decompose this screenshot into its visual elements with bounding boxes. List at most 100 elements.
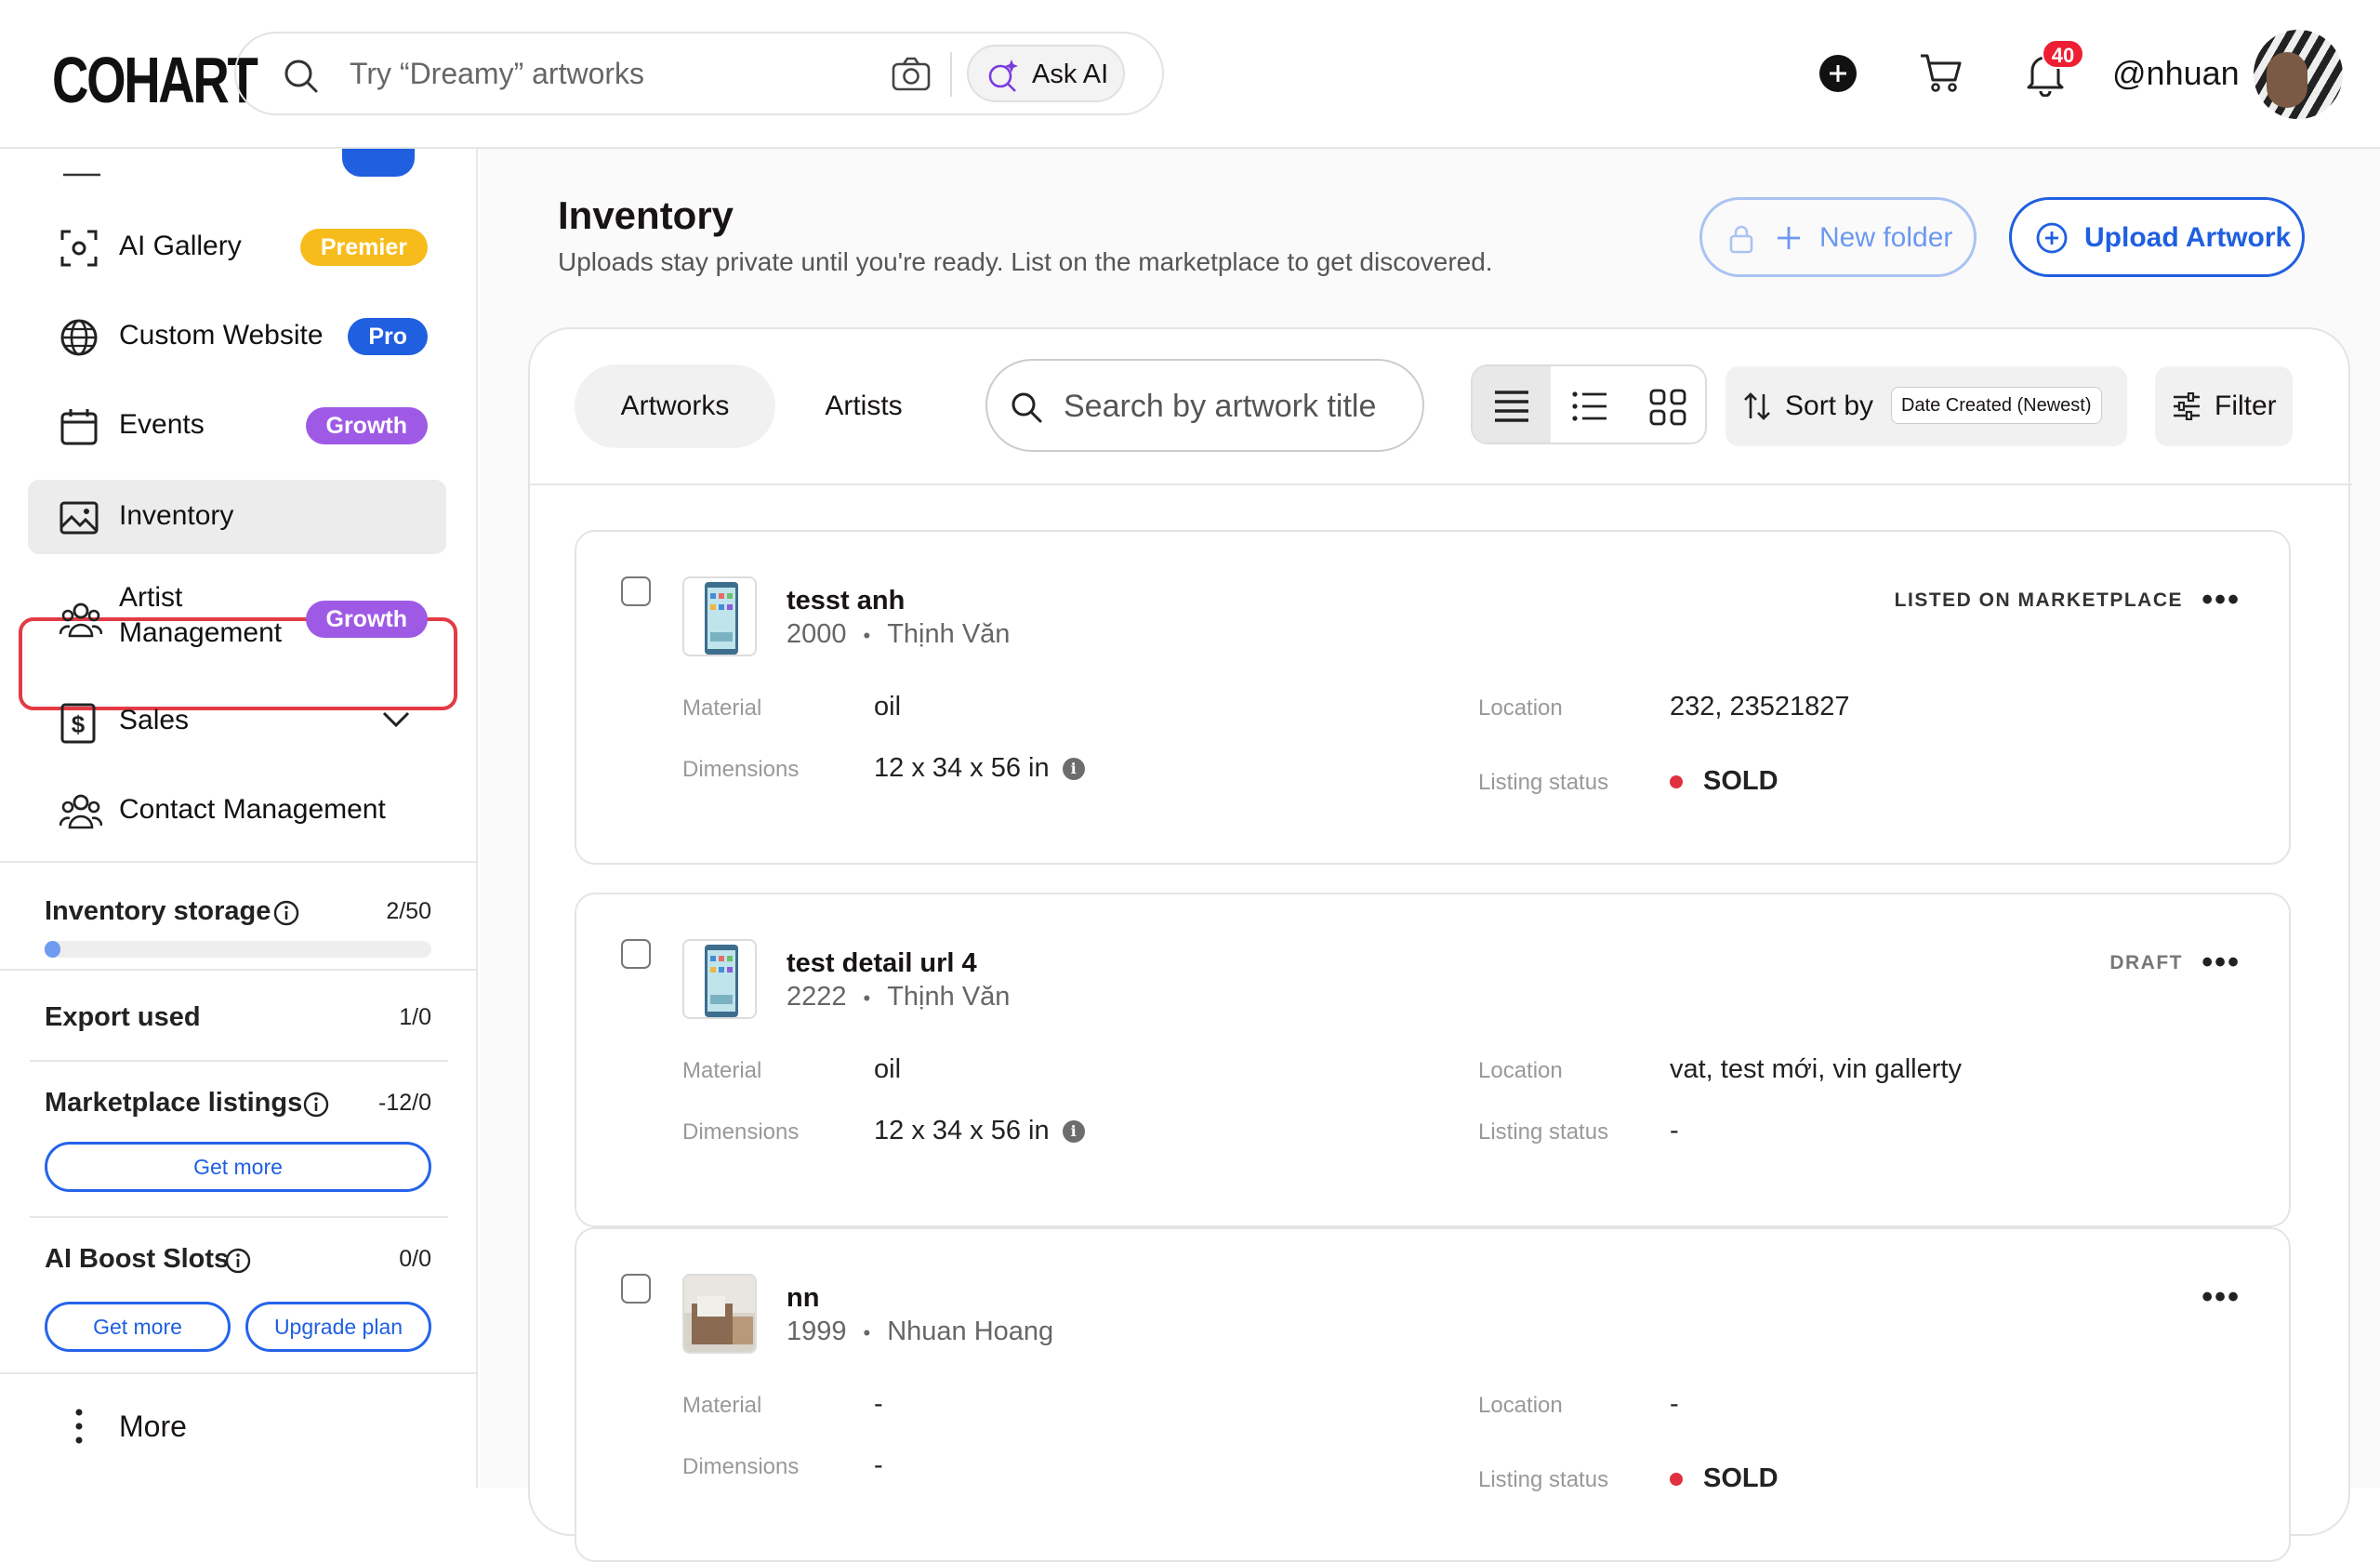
ask-ai-button[interactable]: Ask AI <box>967 45 1125 102</box>
ai-boost-get-more-button[interactable]: Get more <box>45 1302 231 1352</box>
material-value: oil <box>874 692 902 721</box>
tab-artworks[interactable]: Artworks <box>575 364 775 448</box>
storage-progress-fill <box>45 941 60 958</box>
new-folder-label: New folder <box>1819 222 1953 253</box>
sidebar-item-events[interactable]: Events Growth <box>28 390 446 461</box>
dollar-document-icon: $ <box>60 703 96 744</box>
artwork-title[interactable]: tesst anh <box>787 586 905 616</box>
artwork-status: LISTED ON MARKETPLACE <box>1894 589 2183 611</box>
info-icon[interactable] <box>303 1092 329 1118</box>
artwork-card[interactable]: nn 1999 • Nhuan Hoang ••• Material - Dimen… <box>575 1227 2291 1562</box>
chevron-down-icon[interactable] <box>381 710 411 729</box>
list-icon <box>1572 391 1606 421</box>
calendar-icon <box>60 409 98 445</box>
plus-icon <box>1778 227 1800 249</box>
artwork-title[interactable]: test detail url 4 <box>787 948 977 979</box>
upload-artwork-button[interactable]: Upload Artwork <box>2009 197 2305 277</box>
artwork-select-checkbox[interactable] <box>621 939 651 969</box>
sidebar: AI Gallery Premier Custom Website Pro Ev… <box>0 149 478 1488</box>
material-label: Material <box>682 1393 762 1418</box>
material-label: Material <box>682 695 762 721</box>
artwork-select-checkbox[interactable] <box>621 1274 651 1304</box>
location-value: 232, 23521827 <box>1670 692 1850 721</box>
storage-progress-track <box>45 941 431 958</box>
avatar[interactable] <box>2254 30 2343 119</box>
sidebar-item-custom-website[interactable]: Custom Website Pro <box>28 301 446 372</box>
camera-icon[interactable] <box>891 56 932 93</box>
cropped-badge <box>342 149 415 177</box>
sort-dropdown[interactable]: Sort by Date Created (Newest) <box>1726 366 2127 446</box>
notification-count-badge: 40 <box>2042 39 2084 69</box>
plus-circle-icon[interactable] <box>1818 54 1858 93</box>
more-options-icon[interactable]: ••• <box>2202 1279 2241 1316</box>
info-icon[interactable] <box>225 1248 251 1274</box>
sidebar-item-sales[interactable]: $ Sales <box>28 686 446 757</box>
location-label: Location <box>1478 1058 1563 1083</box>
upload-artwork-label: Upload Artwork <box>2084 222 2292 253</box>
ai-sparkle-icon <box>988 60 1018 92</box>
more-vertical-icon <box>75 1409 83 1444</box>
new-folder-button[interactable]: New folder <box>1699 197 1977 277</box>
marketplace-get-more-button[interactable]: Get more <box>45 1142 431 1192</box>
users-icon <box>60 602 102 638</box>
listing-status-value: SOLD <box>1703 1463 1778 1493</box>
info-icon[interactable]: i <box>1062 1120 1085 1144</box>
tab-artists[interactable]: Artists <box>785 364 943 448</box>
filter-button[interactable]: Filter <box>2155 366 2293 446</box>
listing-status-label: Listing status <box>1478 1467 1609 1492</box>
page-subtitle: Uploads stay private until you're ready.… <box>558 247 1493 276</box>
inventory-storage-label: Inventory storage <box>45 896 271 926</box>
artwork-artist: Nhuan Hoang <box>887 1317 1054 1346</box>
location-label: Location <box>1478 695 1563 721</box>
info-icon[interactable] <box>273 900 299 926</box>
filter-sliders-icon <box>2174 392 2200 420</box>
sidebar-item-artist-management[interactable]: Artist Management Growth <box>28 573 446 666</box>
artwork-card[interactable]: tesst anh 2000 • Thịnh Văn LISTED ON MARKE… <box>575 530 2291 865</box>
image-icon <box>60 501 99 535</box>
artwork-meta: 2000 • Thịnh Văn <box>787 619 1011 649</box>
more-section[interactable]: More <box>0 1372 478 1488</box>
dimensions-label: Dimensions <box>682 1119 800 1145</box>
search-icon <box>1012 392 1042 423</box>
view-list-button[interactable] <box>1551 366 1629 443</box>
view-grid-button[interactable] <box>1629 366 1705 443</box>
sidebar-item-contact-management[interactable]: Contact Management <box>28 775 446 846</box>
artwork-artist: Thịnh Văn <box>887 982 1011 1012</box>
sidebar-item-inventory[interactable]: Inventory <box>28 480 446 554</box>
sold-dot <box>1670 1473 1683 1487</box>
location-value: - <box>1670 1389 1679 1419</box>
svg-text:$: $ <box>72 710 86 738</box>
global-search-bar[interactable]: Try “Dreamy” artworks Ask AI <box>234 32 1164 115</box>
listing-status-value: - <box>1670 1116 1679 1145</box>
global-search-placeholder[interactable]: Try “Dreamy” artworks <box>350 57 644 91</box>
more-options-icon[interactable]: ••• <box>2202 582 2241 618</box>
sidebar-item-label: Sales <box>119 705 190 735</box>
detailed-list-icon <box>1495 390 1528 422</box>
username-label[interactable]: @nhuan <box>2112 54 2240 93</box>
dimensions-value: - <box>874 1450 883 1480</box>
artwork-thumbnail[interactable] <box>682 576 757 656</box>
artwork-title[interactable]: nn <box>787 1283 819 1314</box>
ai-gallery-icon <box>60 230 98 267</box>
artwork-thumbnail[interactable] <box>682 1274 757 1354</box>
export-used-section: Export used 1/0 <box>0 969 478 1060</box>
inventory-panel: Artworks Artists Search by artwork title <box>528 327 2352 1562</box>
view-detailed-list-button[interactable] <box>1473 366 1551 443</box>
upgrade-plan-button[interactable]: Upgrade plan <box>245 1302 431 1352</box>
artwork-card[interactable]: test detail url 4 2222 • Thịnh Văn DRAFT •… <box>575 893 2291 1227</box>
inventory-toolbar: Artworks Artists Search by artwork title <box>530 329 2352 485</box>
inventory-storage-value: 2/50 <box>386 898 431 924</box>
info-icon[interactable]: i <box>1062 758 1085 781</box>
artwork-select-checkbox[interactable] <box>621 576 651 606</box>
filter-label: Filter <box>2215 390 2277 421</box>
material-value: oil <box>874 1054 902 1084</box>
artwork-search-input[interactable]: Search by artwork title <box>985 359 1424 452</box>
cohart-logo[interactable]: COHART <box>52 43 258 117</box>
more-options-icon[interactable]: ••• <box>2202 945 2241 981</box>
cart-icon[interactable] <box>1919 52 1964 95</box>
export-used-label: Export used <box>45 1002 201 1032</box>
artwork-thumbnail[interactable] <box>682 939 757 1019</box>
sidebar-item-ai-gallery[interactable]: AI Gallery Premier <box>28 212 446 283</box>
ask-ai-label: Ask AI <box>1032 60 1109 89</box>
location-label: Location <box>1478 1393 1563 1418</box>
